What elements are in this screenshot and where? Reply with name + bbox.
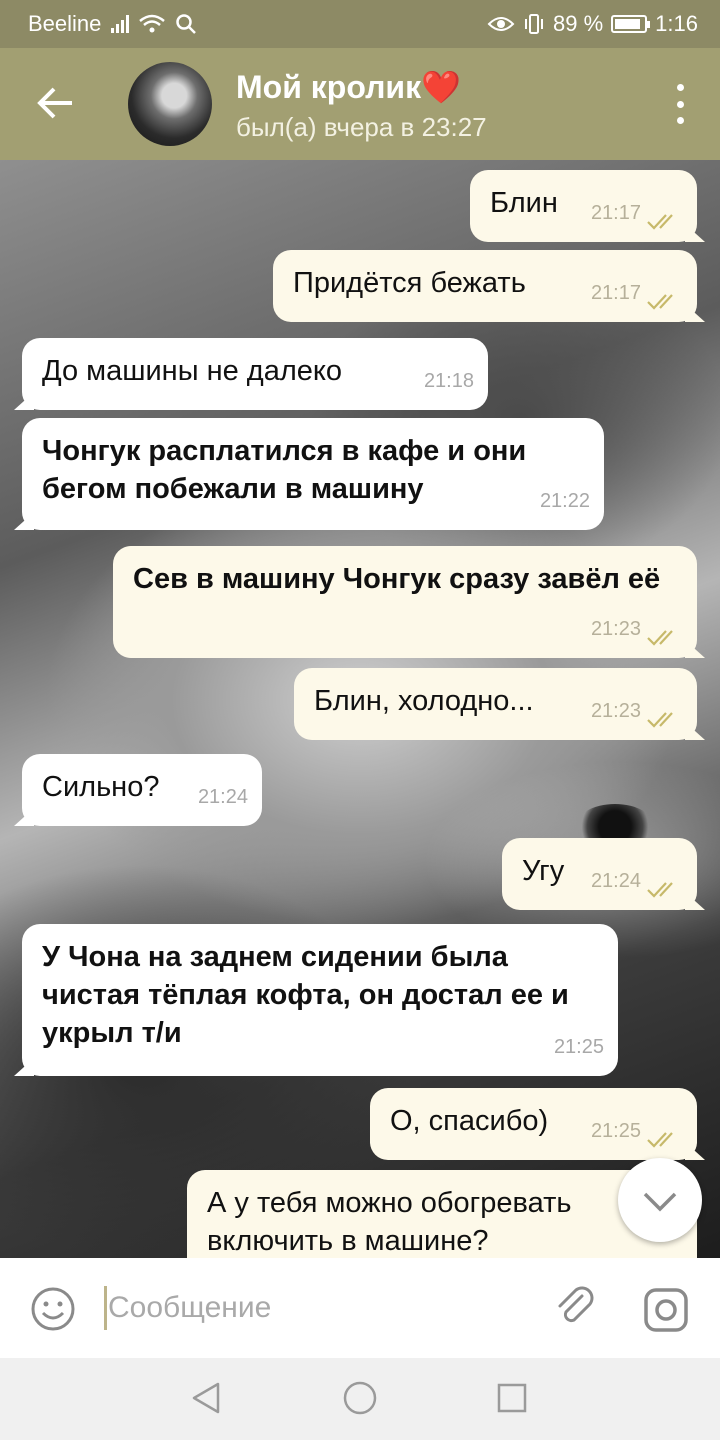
message-time: 21:23 [590,700,641,722]
message-input[interactable] [108,1280,528,1336]
battery-icon [611,15,651,33]
nav-back-icon[interactable] [186,1378,226,1418]
wifi-icon [139,14,166,33]
message-composer [0,1258,720,1358]
double-check-icon [647,214,673,230]
message-bubble-outgoing[interactable]: Сев в машину Чонгук сразу завёл её 21:23 [113,546,697,658]
double-check-icon [647,294,673,310]
message-time: 21:24 [197,786,248,808]
message-time: 21:23 [590,618,641,640]
message-text: А у тебя можно обогревать включить в маш… [207,1187,572,1257]
system-nav-bar [0,1358,720,1440]
double-check-icon [647,712,673,728]
carrier-name: Beeline [28,11,102,36]
back-arrow-icon[interactable] [30,78,80,128]
message-time: 21:17 [590,202,641,224]
scroll-down-button[interactable] [618,1158,702,1242]
more-vert-icon[interactable] [670,84,690,124]
message-bubble-incoming[interactable]: Чонгук расплатился в кафе и они бегом по… [22,418,604,530]
double-check-icon [647,882,673,898]
message-bubble-incoming[interactable]: До машины не далеко 21:18 [22,338,488,410]
clock: 1:16 [655,11,698,36]
message-time: 21:18 [423,370,474,392]
signal-icon [111,15,130,33]
eye-icon [487,17,515,31]
message-bubble-outgoing[interactable]: О, спасибо) 21:25 [370,1088,697,1160]
emoji-icon[interactable] [30,1286,76,1332]
double-check-icon [647,1132,673,1148]
text-cursor [104,1286,107,1330]
message-time: 21:22 [539,490,590,512]
message-time: 21:24 [590,870,641,892]
nav-home-icon[interactable] [340,1378,380,1418]
message-time: 21:25 [553,1036,604,1058]
message-text: До машины не далеко [42,355,343,387]
message-bubble-outgoing[interactable]: Блин, холодно... 21:23 [294,668,697,740]
chat-header: Мой кролик❤️ был(а) вчера в 23:27 [0,48,720,160]
chevron-down-icon [643,1192,677,1212]
status-bar: Beeline 89 % 1:16 [0,0,720,48]
avatar[interactable] [128,62,212,146]
message-bubble-outgoing[interactable]: Блин 21:17 [470,170,697,242]
message-bubble-incoming[interactable]: Сильно? 21:24 [22,754,262,826]
vibrate-icon [525,14,544,34]
message-bubble-incoming[interactable]: У Чона на заднем сидении была чистая тёп… [22,924,618,1076]
message-text: У Чона на заднем сидении была чистая тёп… [42,941,569,1049]
attach-icon[interactable] [552,1284,600,1332]
message-bubble-outgoing[interactable]: Придётся бежать 21:17 [273,250,697,322]
nav-recents-icon[interactable] [492,1378,532,1418]
message-text: Чонгук расплатился в кафе и они бегом по… [42,435,527,505]
chat-title[interactable]: Мой кролик❤️ [236,68,461,106]
battery-percent: 89 % [553,11,604,36]
last-seen-status: был(а) вчера в 23:27 [236,112,487,142]
message-text: Сев в машину Чонгук сразу завёл её [133,563,661,595]
message-time: 21:17 [590,282,641,304]
camera-icon[interactable] [642,1286,690,1334]
double-check-icon [647,630,673,646]
message-bubble-outgoing[interactable]: Угу 21:24 [502,838,697,910]
message-time: 21:25 [590,1120,641,1142]
search-icon [176,14,197,34]
chat-area[interactable]: Блин 21:17 Придётся бежать 21:17 До маши… [0,160,720,1258]
